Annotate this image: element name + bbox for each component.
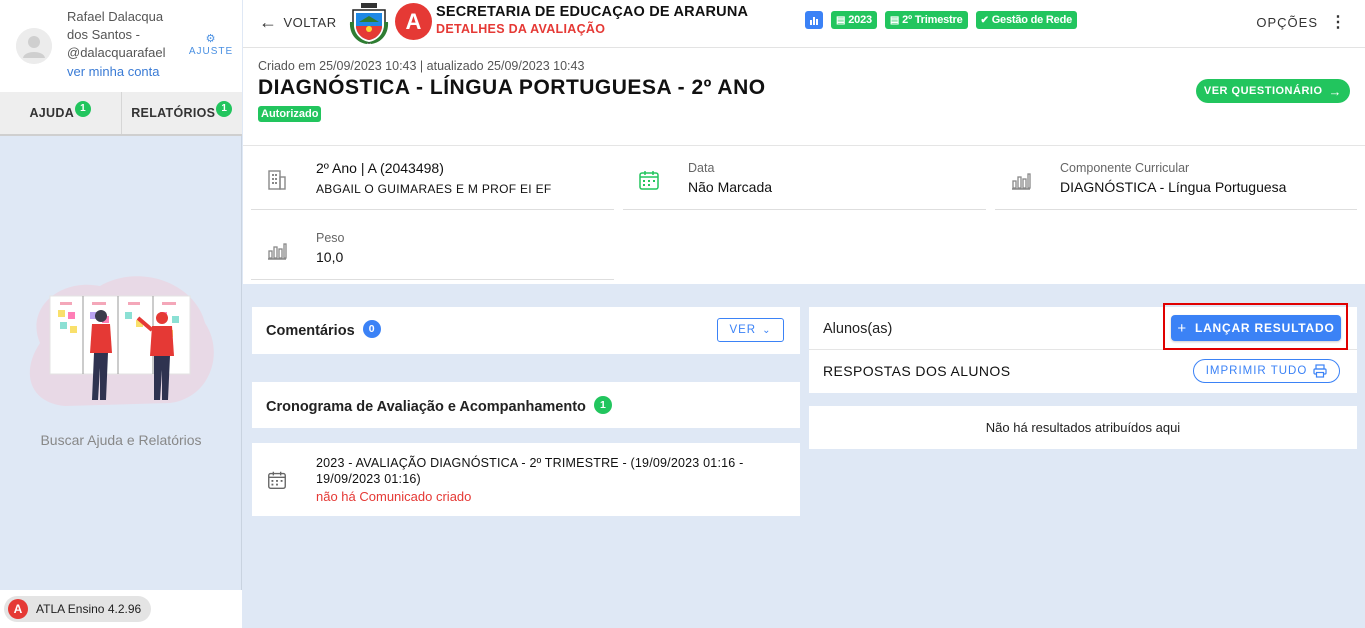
view-questionnaire-button[interactable]: VER QUESTIONÁRIO → xyxy=(1195,79,1350,103)
help-text: Buscar Ajuda e Relatórios xyxy=(40,432,202,448)
arrow-right-icon: → xyxy=(1328,83,1342,99)
component-label: Componente Curricular xyxy=(1060,161,1190,175)
topbar: ← VOLTAR A SECRETARIA DE EDUCAÇAO DE ARA… xyxy=(243,0,1365,48)
empty-results-text: Não há resultados atribuídos aqui xyxy=(985,420,1181,435)
schedule-count-badge: 1 xyxy=(593,396,612,414)
settings-label: AJUSTE xyxy=(188,46,234,57)
sidebar: Rafael Dalacqua dos Santos - @dalacquara… xyxy=(0,0,242,628)
term-chip-label: 2º Trimestre xyxy=(902,14,963,26)
schedule-item-note: não há Comunicado criado xyxy=(316,489,472,504)
schedule-title: Cronograma de Avaliação e Acompanhamento… xyxy=(266,396,612,417)
tab-reports-label: RELATÓRIOS xyxy=(131,106,216,120)
comments-count-badge: 0 xyxy=(362,320,381,338)
avatar[interactable] xyxy=(16,28,52,64)
app-title: SECRETARIA DE EDUCAÇAO DE ARARUNA xyxy=(436,4,749,20)
student-answers-label: RESPOSTAS DOS ALUNOS xyxy=(823,363,1011,379)
comments-card: Comentários 0 VER ⌄ xyxy=(252,307,800,354)
settings-button[interactable]: ⚙ AJUSTE xyxy=(186,34,236,59)
weight-label: Peso xyxy=(316,231,345,245)
back-button[interactable]: ← VOLTAR xyxy=(259,13,337,31)
term-chip[interactable]: ▤ 2º Trimestre xyxy=(884,11,968,29)
bar-chart-icon[interactable] xyxy=(805,11,823,29)
calendar-icon: ▤ xyxy=(836,14,846,26)
kebab-menu-icon: ⋮ xyxy=(1330,13,1347,31)
page-subtitle: DETALHES DA AVALIAÇÃO xyxy=(436,22,606,36)
students-title: Alunos(as) xyxy=(823,321,893,337)
class-info: 2º Ano | A (2043498) ABGAIL O GUIMARAES … xyxy=(251,152,614,210)
printer-icon xyxy=(1313,364,1327,378)
bar-chart-icon xyxy=(268,243,287,260)
building-icon xyxy=(268,170,286,190)
atla-brand-logo: A xyxy=(395,3,432,40)
network-chip[interactable]: ✔ Gestão de Rede xyxy=(975,11,1078,29)
bar-chart-icon xyxy=(1012,173,1031,190)
calendar-icon xyxy=(639,171,659,190)
component-info: Componente Curricular DIAGNÓSTICA - Líng… xyxy=(995,152,1357,210)
schedule-item-text: 2023 - AVALIAÇÃO DIAGNÓSTICA - 2º TRIMES… xyxy=(316,456,744,486)
options-menu[interactable]: OPÇÕES ⋮ xyxy=(1256,13,1347,31)
calendar-icon xyxy=(268,471,286,489)
highlight-box xyxy=(1163,303,1348,350)
class-name: 2º Ano | A (2043498) xyxy=(316,160,444,176)
print-all-label: IMPRIMIR TUDO xyxy=(1205,365,1308,377)
tab-help-label: AJUDA xyxy=(29,106,75,120)
date-label: Data xyxy=(688,161,715,175)
status-badge: Autorizado xyxy=(258,106,322,122)
school-name: ABGAIL O GUIMARAES E M PROF EI EF xyxy=(316,182,552,196)
version-pill[interactable]: A ATLA Ensino 4.2.96 xyxy=(4,596,152,622)
view-comments-button[interactable]: VER ⌄ xyxy=(717,318,784,342)
view-questionnaire-label: VER QUESTIONÁRIO xyxy=(1203,85,1323,97)
divider xyxy=(243,145,1365,146)
tab-help[interactable]: AJUDA 1 xyxy=(0,92,121,134)
options-label: OPÇÕES xyxy=(1256,15,1318,30)
check-circle-icon: ✔ xyxy=(980,14,989,26)
context-chips: ▤ 2023 ▤ 2º Trimestre ✔ Gestão de Rede xyxy=(805,11,1078,29)
component-value: DIAGNÓSTICA - Língua Portuguesa xyxy=(1060,179,1287,195)
view-account-link[interactable]: ver minha conta xyxy=(67,64,160,79)
chevron-down-icon: ⌄ xyxy=(762,324,772,336)
sidebar-tabs: AJUDA 1 RELATÓRIOS 1 xyxy=(0,92,242,136)
evaluation-header: Criado em 25/09/2023 10:43 | atualizado … xyxy=(243,48,1365,284)
schedule-card: Cronograma de Avaliação e Acompanhamento… xyxy=(252,382,800,428)
city-crest-icon xyxy=(349,3,389,44)
year-chip[interactable]: ▤ 2023 xyxy=(831,11,877,29)
comments-title: Comentários 0 xyxy=(266,320,381,341)
date-info: Data Não Marcada xyxy=(623,152,986,210)
weight-info: Peso 10,0 xyxy=(251,222,614,280)
tab-reports-badge: 1 xyxy=(216,101,233,117)
weight-value: 10,0 xyxy=(316,249,344,265)
atla-logo-icon: A xyxy=(8,599,28,619)
version-label: ATLA Ensino 4.2.96 xyxy=(36,602,142,616)
calendar-icon: ▤ xyxy=(889,14,900,26)
view-comments-label: VER xyxy=(729,324,757,336)
print-all-button[interactable]: IMPRIMIR TUDO xyxy=(1193,359,1340,383)
page-title: DIAGNÓSTICA - LÍNGUA PORTUGUESA - 2º ANO xyxy=(258,76,766,99)
back-label: VOLTAR xyxy=(283,14,337,30)
network-chip-label: Gestão de Rede xyxy=(991,14,1073,26)
schedule-title-label: Cronograma de Avaliação e Acompanhamento xyxy=(266,399,586,415)
tab-reports[interactable]: RELATÓRIOS 1 xyxy=(120,92,243,134)
year-chip-label: 2023 xyxy=(848,14,872,26)
user-icon xyxy=(16,28,52,64)
results-empty-card: Não há resultados atribuídos aqui xyxy=(809,406,1357,449)
timestamps: Criado em 25/09/2023 10:43 | atualizado … xyxy=(258,59,585,73)
comments-title-label: Comentários xyxy=(266,323,355,339)
tab-help-badge: 1 xyxy=(75,101,92,117)
gear-icon: ⚙ xyxy=(205,33,217,45)
arrow-left-icon: ← xyxy=(259,12,278,32)
help-illustration xyxy=(29,276,214,406)
date-value: Não Marcada xyxy=(688,179,773,195)
user-name: Rafael Dalacqua dos Santos - @dalacquara… xyxy=(67,9,166,60)
schedule-item[interactable]: 2023 - AVALIAÇÃO DIAGNÓSTICA - 2º TRIMES… xyxy=(252,443,800,516)
user-box: Rafael Dalacqua dos Santos - @dalacquara… xyxy=(0,0,242,92)
